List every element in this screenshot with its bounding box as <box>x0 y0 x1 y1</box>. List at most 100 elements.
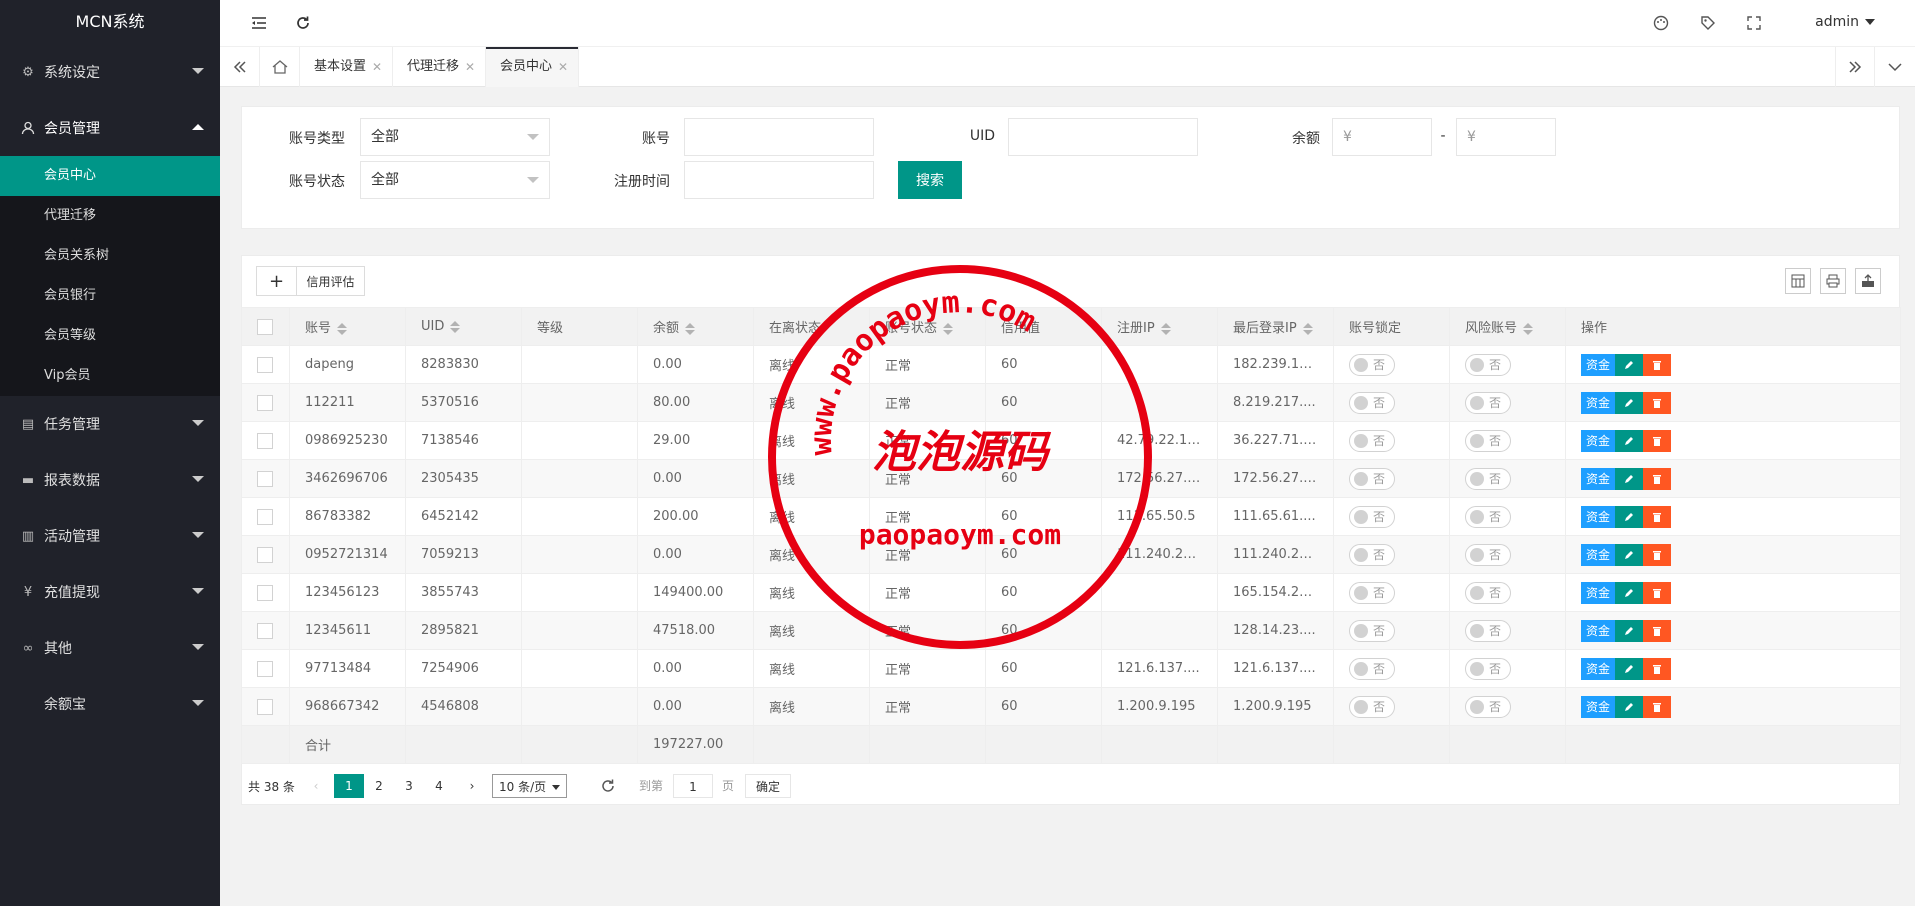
menu-fold-icon[interactable] <box>248 12 270 34</box>
row-checkbox[interactable] <box>257 584 273 601</box>
menu-report-data[interactable]: ▬ 报表数据 <box>0 452 220 508</box>
menu-yuebao[interactable]: 余额宝 <box>0 676 220 732</box>
print-icon[interactable] <box>1820 268 1846 294</box>
add-button[interactable]: + <box>256 266 297 296</box>
account-lock-toggle[interactable]: 否 <box>1349 657 1395 680</box>
prev-page-icon[interactable]: ‹ <box>306 774 326 798</box>
export-icon[interactable] <box>1855 268 1881 294</box>
account-input[interactable] <box>684 118 874 156</box>
fund-button[interactable]: 资金 <box>1581 657 1615 680</box>
user-menu[interactable]: admin <box>1815 14 1875 30</box>
menu-system-settings[interactable]: ⚙ 系统设定 <box>0 44 220 100</box>
row-checkbox[interactable] <box>257 698 273 715</box>
tab-member-center[interactable]: 会员中心 ✕ <box>486 47 579 87</box>
page-4[interactable]: 4 <box>424 774 454 798</box>
edit-button[interactable] <box>1615 581 1643 604</box>
row-checkbox[interactable] <box>257 470 273 487</box>
edit-button[interactable] <box>1615 391 1643 414</box>
row-checkbox[interactable] <box>257 432 273 449</box>
row-checkbox[interactable] <box>257 622 273 639</box>
balance-min-input[interactable]: ¥ <box>1332 118 1432 156</box>
risk-account-toggle[interactable]: 否 <box>1465 543 1511 566</box>
submenu-member-tree[interactable]: 会员关系树 <box>0 236 220 276</box>
risk-account-toggle[interactable]: 否 <box>1465 467 1511 490</box>
account-lock-toggle[interactable]: 否 <box>1349 581 1395 604</box>
menu-recharge-withdraw[interactable]: ¥ 充值提现 <box>0 564 220 620</box>
fund-button[interactable]: 资金 <box>1581 505 1615 528</box>
risk-account-toggle[interactable]: 否 <box>1465 353 1511 376</box>
column-header[interactable]: 账号 <box>289 307 406 346</box>
reg-time-input[interactable] <box>684 161 874 199</box>
refresh-page-icon[interactable] <box>597 774 619 798</box>
row-checkbox[interactable] <box>257 546 273 563</box>
sort-icon[interactable] <box>943 322 954 335</box>
page-2[interactable]: 2 <box>364 774 394 798</box>
sort-icon[interactable] <box>337 322 348 335</box>
tabs-scroll-left-icon[interactable] <box>220 47 260 87</box>
delete-button[interactable] <box>1643 581 1671 604</box>
submenu-vip-member[interactable]: Vip会员 <box>0 356 220 396</box>
fund-button[interactable]: 资金 <box>1581 543 1615 566</box>
edit-button[interactable] <box>1615 353 1643 376</box>
account-lock-toggle[interactable]: 否 <box>1349 543 1395 566</box>
delete-button[interactable] <box>1643 353 1671 376</box>
edit-button[interactable] <box>1615 657 1643 680</box>
sort-icon[interactable] <box>685 322 696 335</box>
risk-account-toggle[interactable]: 否 <box>1465 657 1511 680</box>
sort-icon[interactable] <box>1302 322 1313 335</box>
account-lock-toggle[interactable]: 否 <box>1349 429 1395 452</box>
edit-button[interactable] <box>1615 467 1643 490</box>
fund-button[interactable]: 资金 <box>1581 429 1615 452</box>
delete-button[interactable] <box>1643 391 1671 414</box>
sort-icon[interactable] <box>1160 322 1171 335</box>
columns-icon[interactable] <box>1785 268 1811 294</box>
delete-button[interactable] <box>1643 543 1671 566</box>
fund-button[interactable]: 资金 <box>1581 391 1615 414</box>
tab-agent-migration[interactable]: 代理迁移 ✕ <box>393 47 486 87</box>
row-checkbox[interactable] <box>257 508 273 525</box>
tab-basic-settings[interactable]: 基本设置 ✕ <box>300 47 393 87</box>
edit-button[interactable] <box>1615 619 1643 642</box>
fund-button[interactable]: 资金 <box>1581 619 1615 642</box>
risk-account-toggle[interactable]: 否 <box>1465 581 1511 604</box>
close-icon[interactable]: ✕ <box>372 47 382 87</box>
column-header[interactable]: 风险账号 <box>1449 307 1566 346</box>
balance-max-input[interactable]: ¥ <box>1456 118 1556 156</box>
fund-button[interactable]: 资金 <box>1581 353 1615 376</box>
risk-account-toggle[interactable]: 否 <box>1465 391 1511 414</box>
delete-button[interactable] <box>1643 429 1671 452</box>
account-status-select[interactable]: 全部 <box>360 161 550 199</box>
tag-icon[interactable] <box>1697 12 1719 34</box>
row-checkbox[interactable] <box>257 394 273 411</box>
account-lock-toggle[interactable]: 否 <box>1349 353 1395 376</box>
delete-button[interactable] <box>1643 467 1671 490</box>
risk-account-toggle[interactable]: 否 <box>1465 695 1511 718</box>
edit-button[interactable] <box>1615 429 1643 452</box>
search-button[interactable]: 搜索 <box>898 161 962 199</box>
account-type-select[interactable]: 全部 <box>360 118 550 156</box>
risk-account-toggle[interactable]: 否 <box>1465 619 1511 642</box>
edit-button[interactable] <box>1615 695 1643 718</box>
risk-account-toggle[interactable]: 否 <box>1465 505 1511 528</box>
column-header[interactable]: 账号状态 <box>869 307 986 346</box>
delete-button[interactable] <box>1643 657 1671 680</box>
home-icon[interactable] <box>260 47 300 87</box>
page-1[interactable]: 1 <box>334 774 364 798</box>
account-lock-toggle[interactable]: 否 <box>1349 695 1395 718</box>
edit-button[interactable] <box>1615 543 1643 566</box>
theme-icon[interactable] <box>1650 12 1672 34</box>
select-all-checkbox[interactable] <box>257 318 273 335</box>
submenu-agent-migration[interactable]: 代理迁移 <box>0 196 220 236</box>
account-lock-toggle[interactable]: 否 <box>1349 505 1395 528</box>
refresh-icon[interactable] <box>292 12 314 34</box>
next-page-icon[interactable]: › <box>462 774 482 798</box>
menu-member-management[interactable]: 会员管理 <box>0 100 220 156</box>
uid-input[interactable] <box>1008 118 1198 156</box>
fund-button[interactable]: 资金 <box>1581 581 1615 604</box>
page-size-select[interactable]: 10 条/页 <box>492 774 567 798</box>
delete-button[interactable] <box>1643 505 1671 528</box>
delete-button[interactable] <box>1643 619 1671 642</box>
edit-button[interactable] <box>1615 505 1643 528</box>
credit-eval-button[interactable]: 信用评估 <box>296 266 365 296</box>
fund-button[interactable]: 资金 <box>1581 467 1615 490</box>
